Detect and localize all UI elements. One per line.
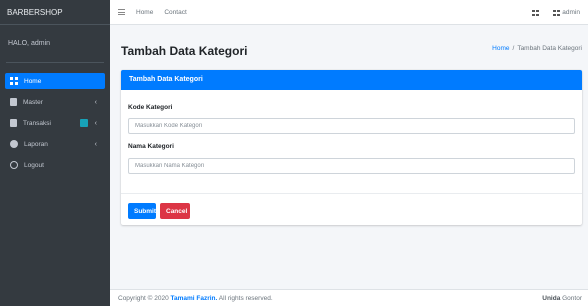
sidebar-item-label: Home <box>24 77 42 85</box>
copy-icon <box>10 119 17 127</box>
page-title: Tambah Data Kategori <box>121 44 248 58</box>
sidebar-item-laporan[interactable]: Laporan ‹ <box>5 136 105 152</box>
sidebar-item-home[interactable]: Home <box>5 73 105 89</box>
user-menu[interactable]: admin <box>562 9 580 16</box>
sidebar-item-label: Transaksi <box>23 119 51 127</box>
breadcrumb-separator: / <box>512 45 515 52</box>
hamburger-menu-icon[interactable] <box>118 9 125 15</box>
user-grid-icon <box>553 9 561 16</box>
top-right-actions: admin <box>532 0 580 25</box>
chevron-left-icon: ‹ <box>94 119 97 127</box>
page-footer: Copyright © 2020 Tamami Fazrin. All righ… <box>110 289 588 306</box>
globe-icon <box>10 140 18 148</box>
card-footer-divider <box>121 193 582 194</box>
sidebar-nav: Home Master ‹ Transaksi ‹ Laporan ‹ Logo… <box>0 73 110 173</box>
footer-right-bold: Unida <box>542 295 561 302</box>
sidebar-item-master[interactable]: Master ‹ <box>5 94 105 110</box>
breadcrumb-home-link[interactable]: Home <box>492 45 509 52</box>
breadcrumb-current: Tambah Data Kategori <box>517 45 582 52</box>
card-header: Tambah Data Kategori <box>121 70 582 90</box>
sidebar-item-logout[interactable]: Logout <box>5 157 105 173</box>
copy-icon <box>10 98 17 106</box>
kode-kategori-label: Kode Kategori <box>128 104 173 111</box>
footer-right-normal: Gontor <box>562 295 582 302</box>
sidebar-item-label: Laporan <box>24 140 48 148</box>
top-link-home[interactable]: Home <box>136 9 153 16</box>
apps-grid-icon[interactable] <box>532 9 540 16</box>
form-card: Tambah Data Kategori Kode Kategori Nama … <box>121 70 582 225</box>
user-greeting[interactable]: HALO, admin <box>6 25 104 63</box>
top-navbar: Home Contact admin <box>110 0 588 25</box>
grid-icon <box>10 77 18 85</box>
submit-button[interactable]: Submit <box>128 203 156 219</box>
chevron-left-icon: ‹ <box>94 140 97 148</box>
breadcrumb: Home / Tambah Data Kategori <box>492 45 582 52</box>
footer-author-link[interactable]: Tamami Fazrin. <box>171 295 218 302</box>
notification-badge <box>80 119 88 127</box>
sidebar-item-transaksi[interactable]: Transaksi ‹ <box>5 115 105 131</box>
brand-title[interactable]: BARBERSHOP <box>0 0 110 25</box>
cancel-button[interactable]: Cancel <box>160 203 190 219</box>
footer-prefix: Copyright © 2020 <box>118 295 169 302</box>
chevron-left-icon: ‹ <box>94 98 97 106</box>
footer-copyright: Copyright © 2020 Tamami Fazrin. All righ… <box>118 295 273 302</box>
sidebar-item-label: Logout <box>24 161 44 169</box>
top-link-contact[interactable]: Contact <box>164 9 186 16</box>
nama-kategori-label: Nama Kategori <box>128 143 174 150</box>
kode-kategori-input[interactable] <box>128 118 575 134</box>
sidebar: BARBERSHOP HALO, admin Home Master ‹ Tra… <box>0 0 110 306</box>
sidebar-item-label: Master <box>23 98 43 106</box>
nama-kategori-input[interactable] <box>128 158 575 174</box>
footer-version: Unida Gontor <box>542 295 582 302</box>
circle-icon <box>10 161 18 169</box>
footer-suffix: All rights reserved. <box>218 295 273 302</box>
